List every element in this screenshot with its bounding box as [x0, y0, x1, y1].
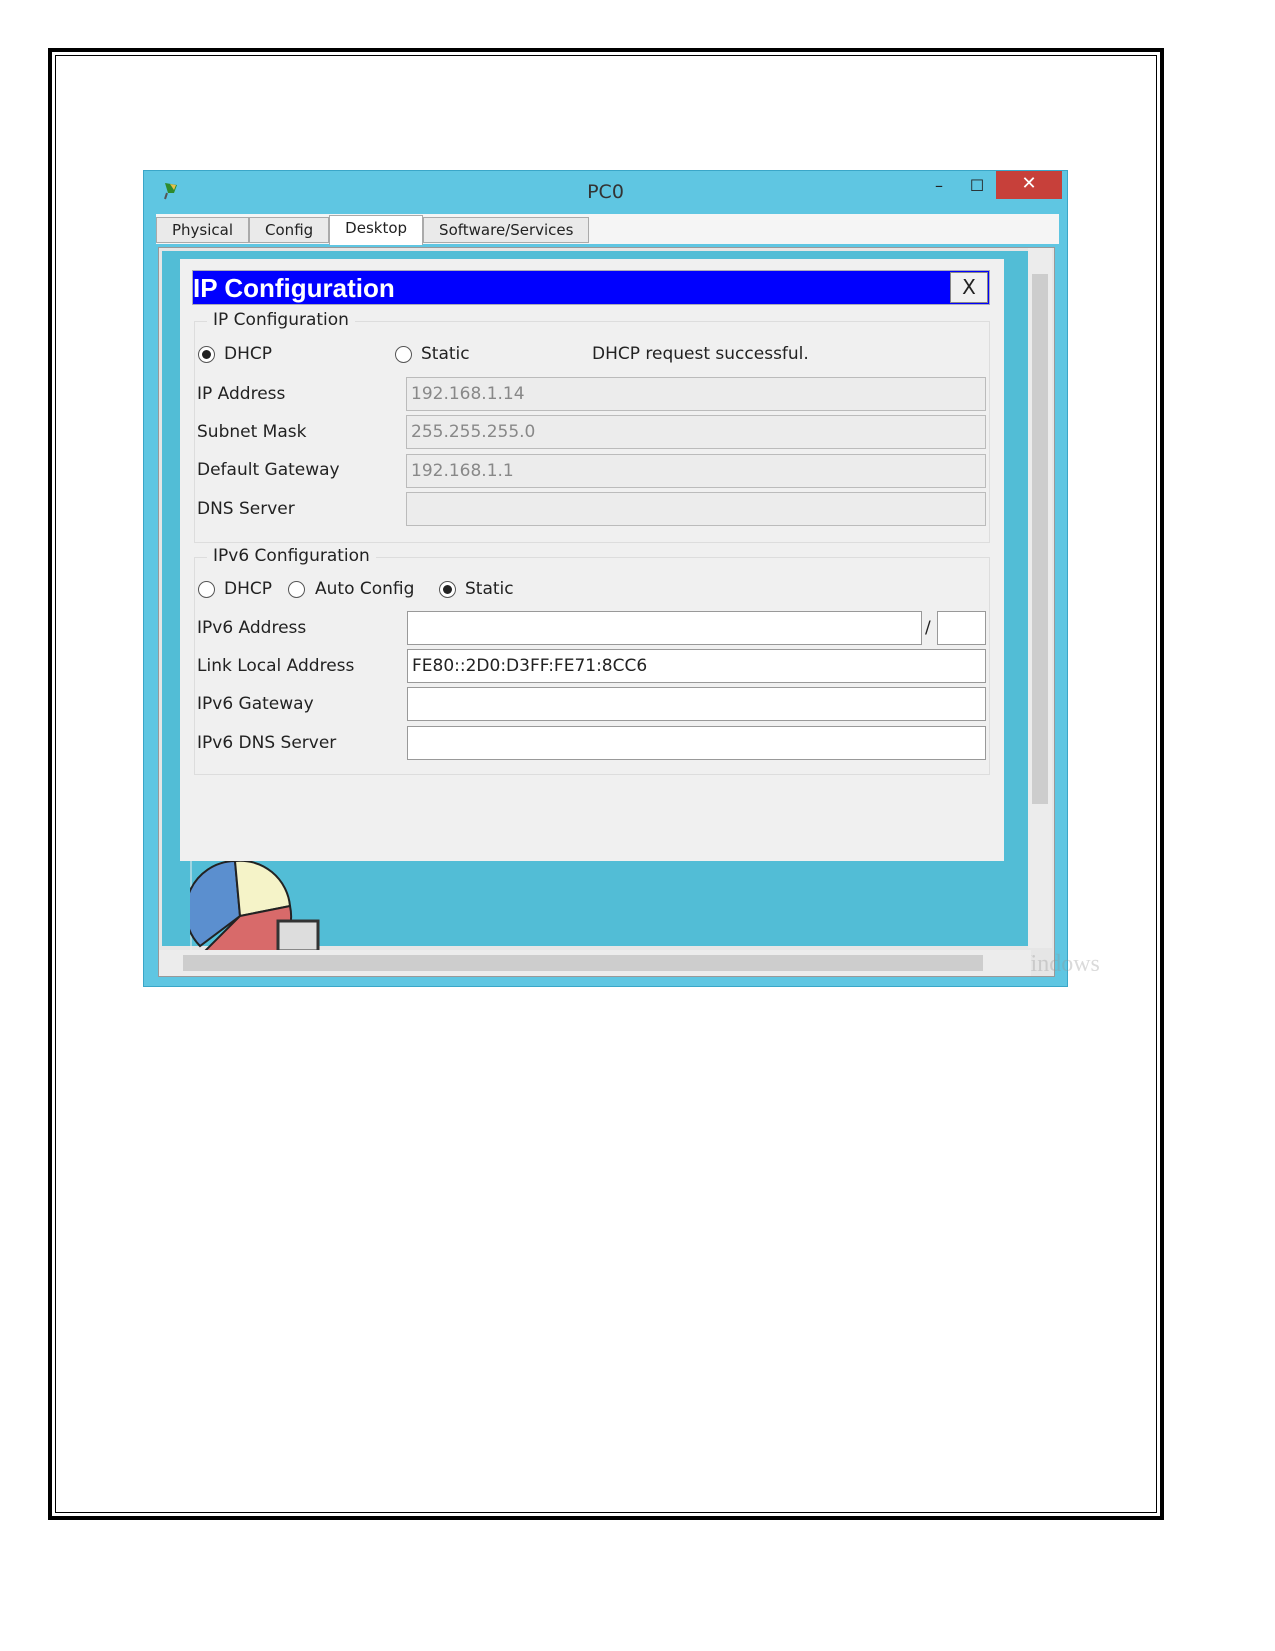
vertical-scrollbar[interactable] [1028, 248, 1052, 948]
minimize-button[interactable]: – [924, 173, 954, 201]
tab-software-services[interactable]: Software/Services [423, 217, 590, 243]
traffic-generator-icon [190, 861, 320, 951]
dns-server-label: DNS Server [197, 499, 295, 519]
prefix-separator: / [925, 618, 931, 638]
dns-server-input[interactable] [406, 492, 986, 526]
ipv4-dhcp-label: DHCP [224, 344, 272, 364]
default-gateway-input[interactable]: 192.168.1.1 [406, 454, 986, 488]
ipv6-static-label: Static [465, 579, 514, 599]
ipv6-dns-server-input[interactable] [407, 726, 986, 760]
ipv4-static-label: Static [421, 344, 470, 364]
link-local-address-input[interactable]: FE80::2D0:D3FF:FE71:8CC6 [407, 649, 986, 683]
title-bar: PC0 – ☐ ✕ [144, 171, 1067, 213]
ipv6-address-label: IPv6 Address [197, 618, 307, 638]
ipv6-auto-config-radio[interactable] [288, 581, 305, 598]
ipv6-dhcp-label: DHCP [224, 579, 272, 599]
ip-address-input[interactable]: 192.168.1.14 [406, 377, 986, 411]
ip-address-label: IP Address [197, 384, 286, 404]
pc0-window: PC0 – ☐ ✕ Physical Config Desktop Softwa… [143, 170, 1100, 987]
link-local-address-label: Link Local Address [197, 656, 355, 676]
ipv6-gateway-input[interactable] [407, 687, 986, 721]
tab-physical[interactable]: Physical [156, 217, 250, 243]
ipv6-prefix-input[interactable] [937, 611, 986, 645]
ipv6-dhcp-radio[interactable] [198, 581, 215, 598]
ipv6-address-input[interactable] [407, 611, 922, 645]
scroll-thumb[interactable] [183, 955, 983, 971]
ipv4-static-radio[interactable] [395, 346, 412, 363]
dialog-title: IP Configuration [193, 273, 395, 303]
ipv4-legend: IP Configuration [207, 310, 355, 330]
dialog-header: IP Configuration X [192, 270, 990, 305]
ipv6-auto-config-label: Auto Config [315, 579, 415, 599]
ipv6-static-radio[interactable] [439, 581, 456, 598]
subnet-mask-input[interactable]: 255.255.255.0 [406, 415, 986, 449]
default-gateway-label: Default Gateway [197, 460, 340, 480]
tab-config[interactable]: Config [249, 217, 330, 243]
maximize-button[interactable]: ☐ [962, 173, 992, 201]
tabs: Physical Config Desktop Software/Service… [156, 215, 590, 245]
close-button[interactable]: ✕ [996, 171, 1062, 199]
dialog-close-button[interactable]: X [950, 272, 988, 303]
ip-configuration-dialog: IP Configuration X IP Configuration DHCP… [180, 259, 1004, 861]
ipv6-dns-server-label: IPv6 DNS Server [197, 733, 337, 753]
ipv4-dhcp-radio[interactable] [198, 346, 215, 363]
horizontal-scrollbar[interactable] [159, 950, 1031, 976]
ipv6-gateway-label: IPv6 Gateway [197, 694, 314, 714]
subnet-mask-label: Subnet Mask [197, 422, 307, 442]
ipv6-legend: IPv6 Configuration [207, 546, 376, 566]
tab-desktop[interactable]: Desktop [329, 215, 424, 245]
scroll-thumb[interactable] [1032, 274, 1048, 804]
dhcp-status: DHCP request successful. [592, 344, 809, 364]
